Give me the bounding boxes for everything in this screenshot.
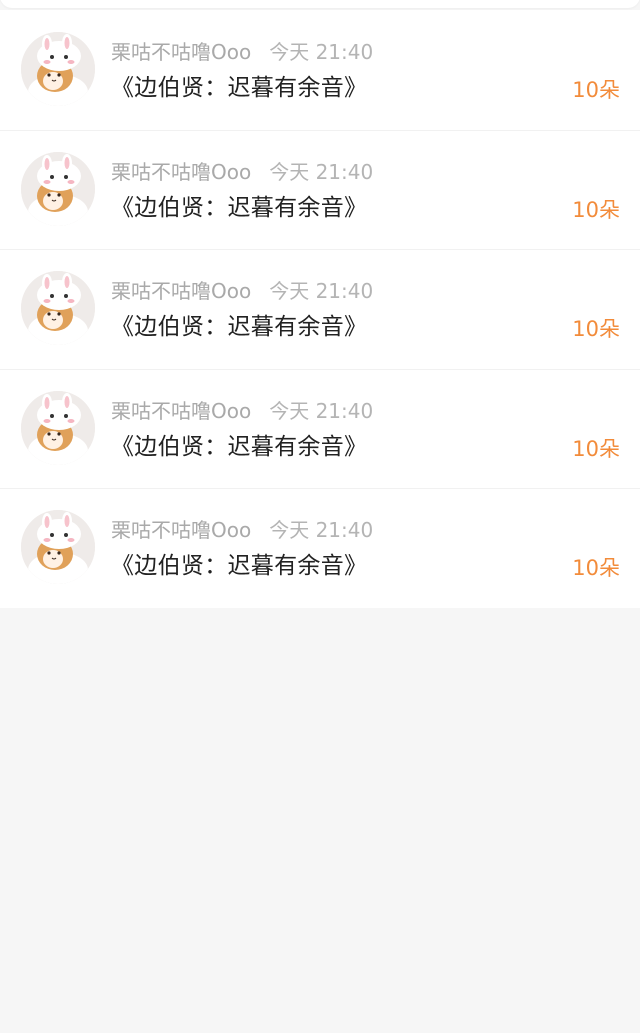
bunny-hat-cat-avatar-icon xyxy=(21,390,95,465)
item-meta: 栗咕不咕噜Ooo 今天 21:40 xyxy=(111,278,373,304)
timestamp: 今天 21:40 xyxy=(269,518,374,543)
item-meta: 栗咕不咕噜Ooo 今天 21:40 xyxy=(111,517,373,543)
work-title[interactable]: 《边伯贤：迟暮有余音》 xyxy=(111,431,367,463)
item-meta: 栗咕不咕噜Ooo 今天 21:40 xyxy=(111,39,373,65)
item-meta: 栗咕不咕噜Ooo 今天 21:40 xyxy=(111,159,373,185)
timestamp: 今天 21:40 xyxy=(269,398,374,423)
user-name[interactable]: 栗咕不咕噜Ooo xyxy=(111,279,251,303)
flower-count: 10朵 xyxy=(572,556,620,581)
avatar[interactable] xyxy=(21,390,95,465)
avatar[interactable] xyxy=(21,510,95,585)
list-item[interactable]: 栗咕不咕噜Ooo 今天 21:40 《边伯贤：迟暮有余音》 10朵 xyxy=(0,368,640,489)
list-item[interactable]: 栗咕不咕噜Ooo 今天 21:40 《边伯贤：迟暮有余音》 10朵 xyxy=(0,129,640,250)
user-name[interactable]: 栗咕不咕噜Ooo xyxy=(111,40,251,64)
user-name[interactable]: 栗咕不咕噜Ooo xyxy=(111,399,251,423)
bunny-hat-cat-avatar-icon xyxy=(21,510,95,585)
timestamp: 今天 21:40 xyxy=(269,159,374,184)
bunny-hat-cat-avatar-icon xyxy=(21,151,95,226)
gift-list: 栗咕不咕噜Ooo 今天 21:40 《边伯贤：迟暮有余音》 10朵 栗咕不咕噜O… xyxy=(0,10,640,608)
flower-count: 10朵 xyxy=(572,78,620,102)
work-title[interactable]: 《边伯贤：迟暮有余音》 xyxy=(111,72,367,104)
flower-count: 10朵 xyxy=(572,436,620,461)
avatar[interactable] xyxy=(21,32,95,106)
list-item[interactable]: 栗咕不咕噜Ooo 今天 21:40 《边伯贤：迟暮有余音》 10朵 xyxy=(0,10,640,130)
avatar[interactable] xyxy=(21,271,95,346)
flower-count: 10朵 xyxy=(572,197,620,222)
list-item[interactable]: 栗咕不咕噜Ooo 今天 21:40 《边伯贤：迟暮有余音》 10朵 xyxy=(0,488,640,608)
work-title[interactable]: 《边伯贤：迟暮有余音》 xyxy=(111,311,367,343)
list-item[interactable]: 栗咕不咕噜Ooo 今天 21:40 《边伯贤：迟暮有余音》 10朵 xyxy=(0,249,640,369)
flower-count: 10朵 xyxy=(572,317,620,342)
timestamp: 今天 21:40 xyxy=(269,279,374,304)
previous-card-edge xyxy=(0,0,640,8)
timestamp: 今天 21:40 xyxy=(269,40,374,64)
item-meta: 栗咕不咕噜Ooo 今天 21:40 xyxy=(111,398,373,424)
avatar[interactable] xyxy=(21,151,95,226)
bunny-hat-cat-avatar-icon xyxy=(21,32,95,106)
user-name[interactable]: 栗咕不咕噜Ooo xyxy=(111,160,251,184)
user-name[interactable]: 栗咕不咕噜Ooo xyxy=(111,518,251,542)
bunny-hat-cat-avatar-icon xyxy=(21,271,95,346)
work-title[interactable]: 《边伯贤：迟暮有余音》 xyxy=(111,192,367,224)
work-title[interactable]: 《边伯贤：迟暮有余音》 xyxy=(111,550,367,582)
